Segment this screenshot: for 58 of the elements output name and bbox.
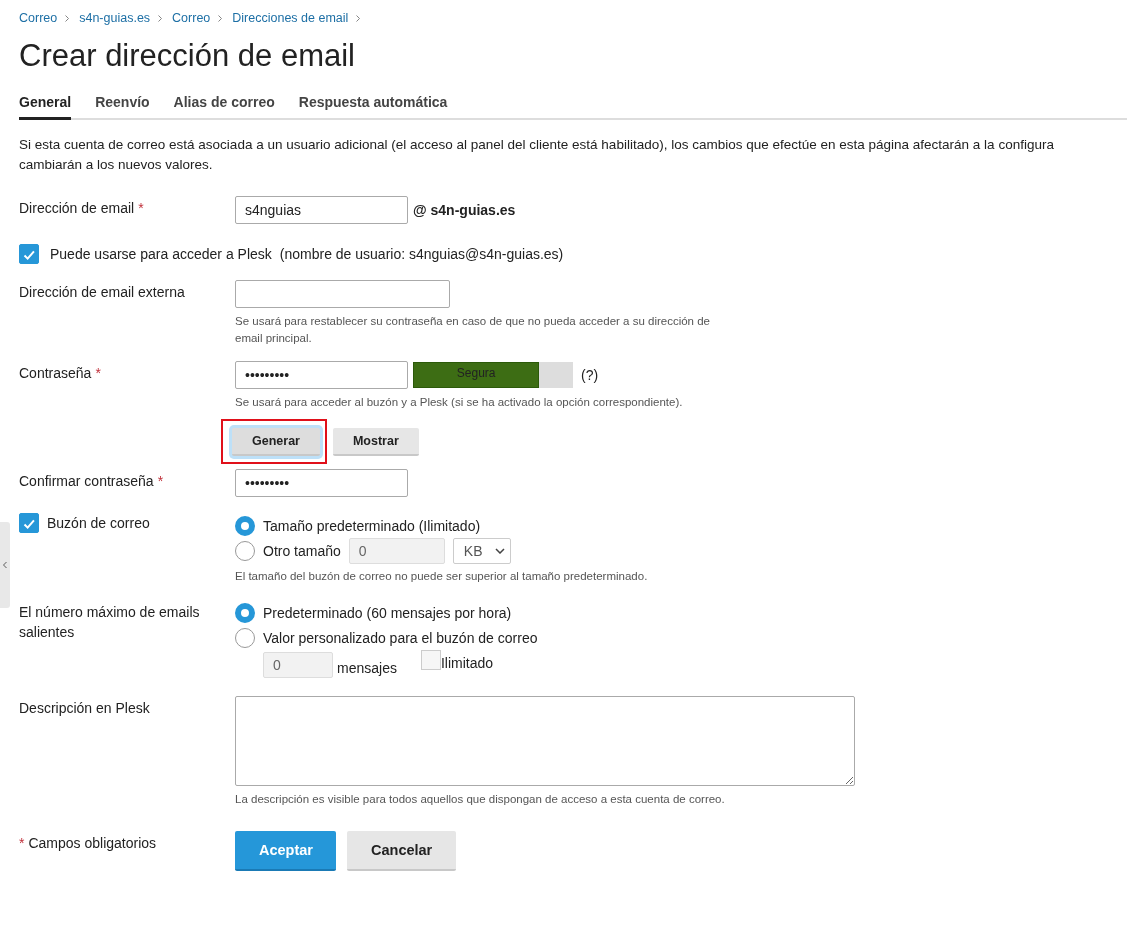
generate-button[interactable]: Generar xyxy=(232,428,320,456)
checkbox[interactable] xyxy=(19,513,39,533)
field-label: Dirección de email externa xyxy=(19,283,186,300)
required-note: * Campos obligatorios xyxy=(19,834,158,851)
external-email-input[interactable] xyxy=(235,280,450,308)
strength-label: Segura xyxy=(455,366,497,380)
radio-button[interactable] xyxy=(235,627,255,648)
radio-label: Tamaño predeterminado (Ilimitado) xyxy=(263,517,481,534)
email-domain: @ s4n-guias.es xyxy=(413,202,516,218)
chevron-right-icon xyxy=(217,13,224,23)
tab[interactable]: General xyxy=(19,94,72,120)
username-note: (nombre de usuario: s4nguias@s4n-guias.es) xyxy=(279,246,564,262)
checkbox-label: Ilimitado xyxy=(440,655,494,671)
radio-label: Predeterminado (60 mensajes por hora) xyxy=(263,604,512,621)
hint-text: Se usará para acceder al buzón y a Plesk (si se ha activado la opción correspondiente). xyxy=(235,395,684,410)
breadcrumb-link[interactable]: Direcciones de email xyxy=(232,11,349,25)
help-link[interactable]: (?) xyxy=(581,367,599,383)
checkbox[interactable] xyxy=(19,244,39,264)
email-input[interactable]: s4nguias xyxy=(235,196,408,224)
hint-text: Se usará para restablecer su contraseña en caso de que no pueda acceder a su dirección de email principal. xyxy=(235,314,711,346)
breadcrumb-link[interactable]: Correo xyxy=(19,11,58,25)
confirm-password-input[interactable]: ••••••••• xyxy=(235,469,408,497)
breadcrumb-link[interactable]: Correo xyxy=(172,11,211,25)
chevron-right-icon xyxy=(355,13,362,23)
description-textarea[interactable] xyxy=(235,696,855,786)
radio-button[interactable] xyxy=(235,515,255,536)
checkbox-label: Buzón de correo xyxy=(47,515,150,531)
chevron-left-icon xyxy=(2,561,8,569)
radio-button[interactable] xyxy=(235,540,255,561)
tab[interactable]: Alias de correo xyxy=(173,94,275,120)
chevron-right-icon xyxy=(64,13,71,23)
field-label: Dirección de email * xyxy=(19,199,145,216)
field-label: Confirmar contraseña * xyxy=(19,472,165,489)
cancel-button[interactable]: Cancelar xyxy=(347,831,457,871)
page-title: Crear dirección de email xyxy=(19,38,356,74)
tab[interactable]: Reenvío xyxy=(95,94,150,120)
chevron-down-icon xyxy=(494,547,505,554)
password-input[interactable]: ••••••••• xyxy=(235,361,408,389)
radio-label: Otro tamaño xyxy=(263,542,341,559)
field-label: Contraseña * xyxy=(19,364,102,381)
chevron-right-icon xyxy=(157,13,164,23)
intro-text: Si esta cuenta de correo está asociada a un usuario adicional (el acceso al panel del cliente está habilitado), los cambios que efectúe en esta página afectarán a la configura xyxy=(19,136,1055,154)
field-label: El número máximo de emails salientes xyxy=(19,603,201,642)
unit-select[interactable]: KB xyxy=(452,537,511,564)
intro-text: cambiarán a los nuevos valores. xyxy=(19,156,214,174)
hint-text: El tamaño del buzón de correo no puede ser superior al tamaño predeterminado. xyxy=(235,569,649,584)
show-button[interactable]: Mostrar xyxy=(332,427,419,456)
hint-text: La descripción es visible para todos aquellos que dispongan de acceso a esta cuenta de correo. xyxy=(235,792,726,807)
radio-button[interactable] xyxy=(235,602,255,623)
checkbox[interactable] xyxy=(420,650,441,670)
breadcrumb-link[interactable]: s4n-guias.es xyxy=(79,11,151,25)
checkbox-label: Puede usarse para acceder a Plesk xyxy=(50,246,272,262)
unit-label: mensajes xyxy=(337,660,397,676)
tab[interactable]: Respuesta automática xyxy=(298,94,448,120)
field-label: Descripción en Plesk xyxy=(19,699,151,716)
size-input[interactable]: 0 xyxy=(348,537,445,564)
messages-input[interactable]: 0 xyxy=(263,652,333,678)
radio-label: Valor personalizado para el buzón de correo xyxy=(263,629,538,646)
